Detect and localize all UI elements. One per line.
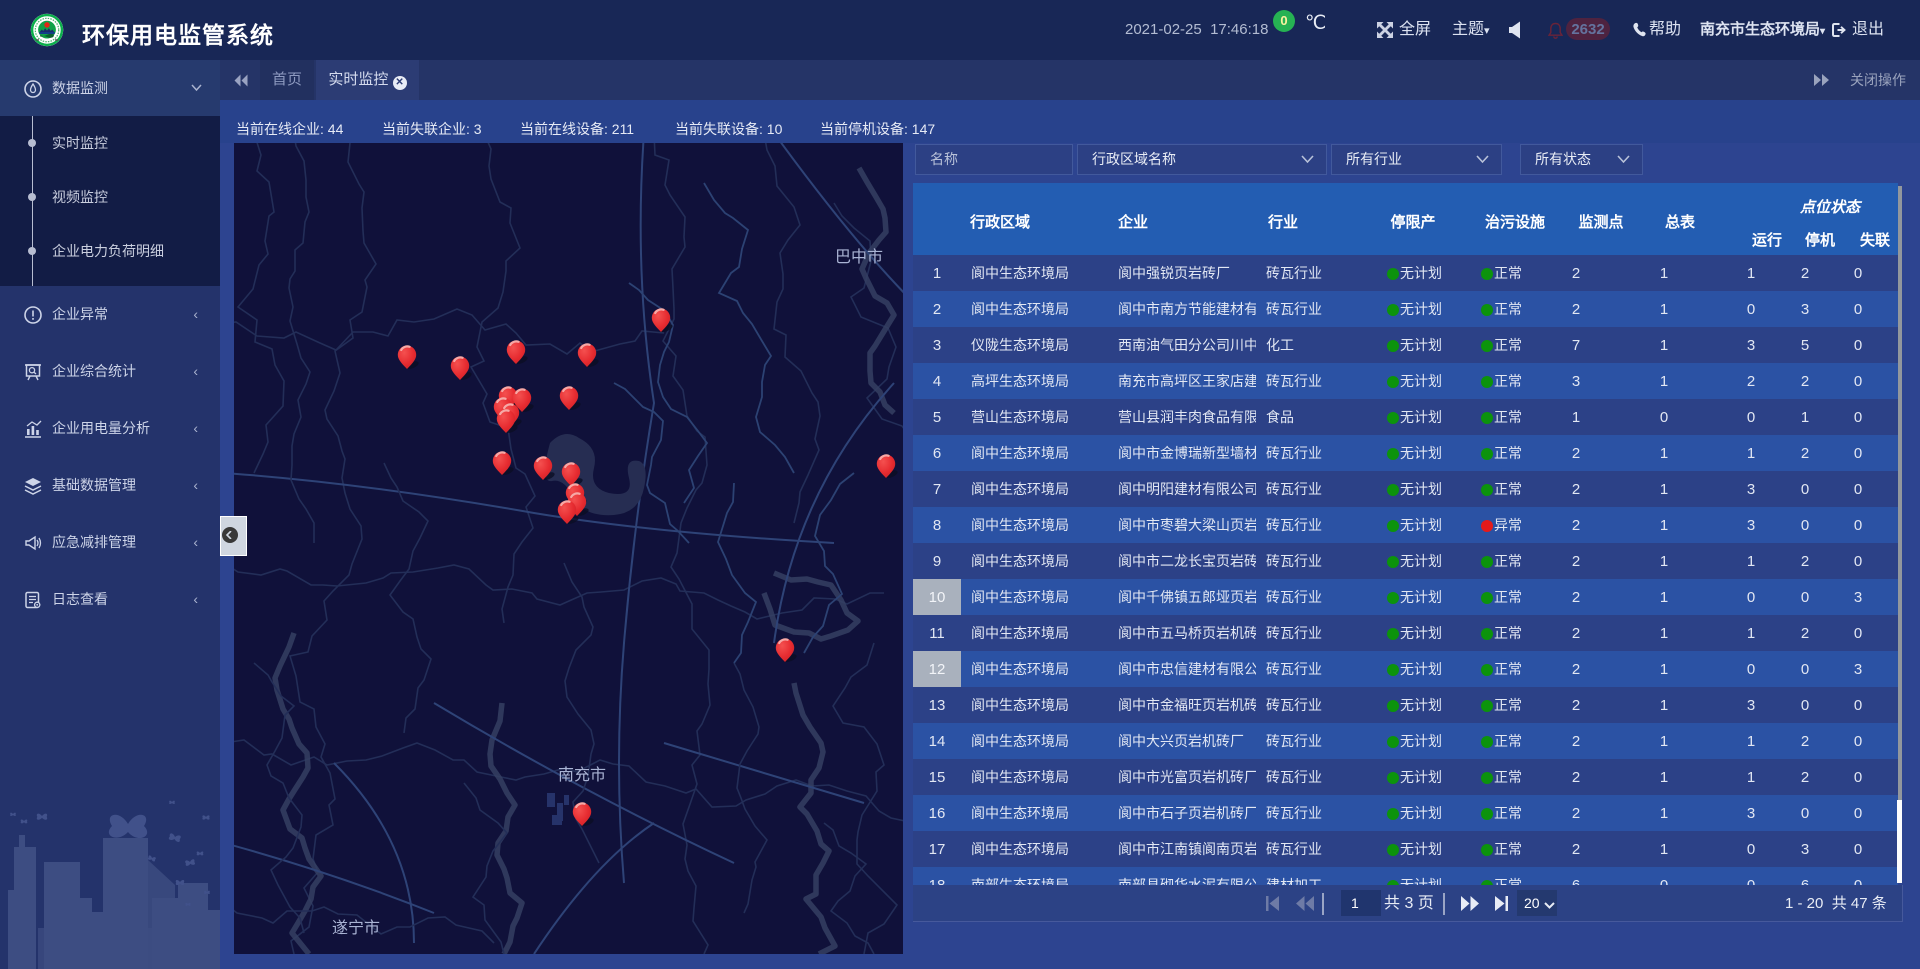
svg-text:巴中市: 巴中市 [835, 248, 883, 266]
svg-text:遂宁市: 遂宁市 [332, 919, 380, 937]
svg-text:南充市: 南充市 [558, 766, 606, 784]
